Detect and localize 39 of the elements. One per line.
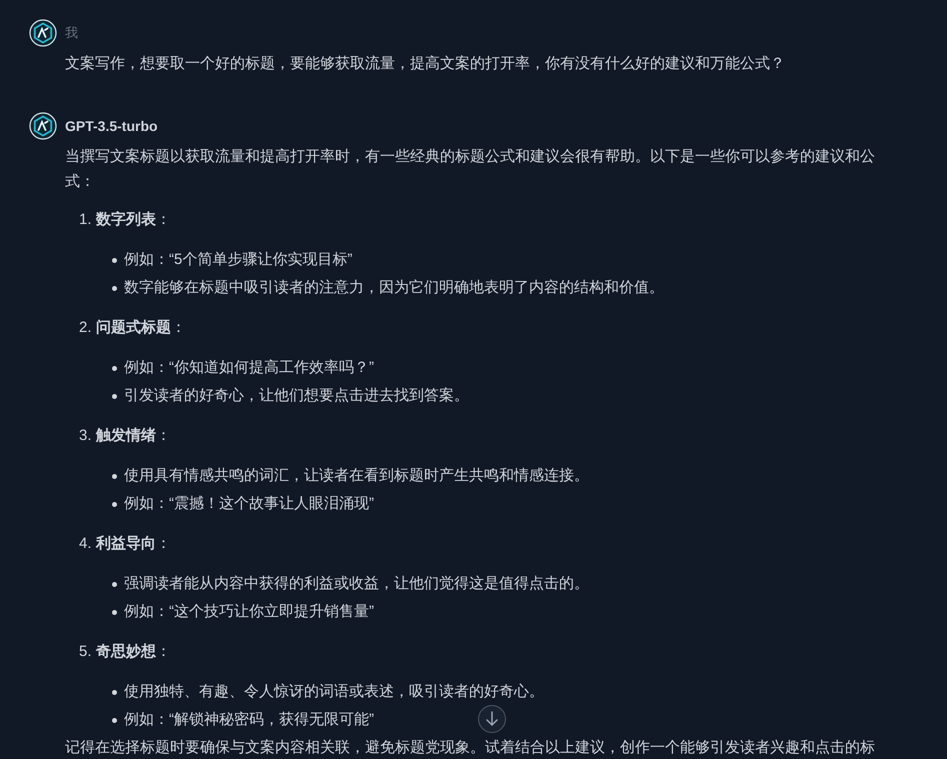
bullet-icon — [112, 690, 117, 694]
list-text: 引发读者的好奇心，让他们想要点击进去找到答案。 — [124, 386, 469, 406]
list-text: 例如：“震撼！这个故事让人眼泪涌现” — [124, 494, 374, 514]
avatar-icon — [29, 112, 57, 140]
bullet-icon — [112, 474, 117, 478]
bullet-icon — [112, 366, 117, 370]
list-text: 例如：“你知道如何提高工作效率吗？” — [124, 358, 374, 378]
bullet-icon — [112, 610, 117, 614]
list-number: 4. — [79, 534, 93, 554]
list-heading: 数字列表： — [96, 210, 171, 230]
list-heading: 问题式标题： — [96, 318, 186, 338]
scroll-down-button[interactable] — [478, 705, 506, 733]
list-heading: 奇思妙想： — [96, 642, 171, 662]
bullet-icon — [112, 582, 117, 586]
author-name: GPT-3.5-turbo — [65, 116, 158, 136]
bullet-icon — [112, 394, 117, 398]
bullet-icon — [112, 258, 117, 262]
list-text: 例如：“这个技巧让你立即提升销售量” — [124, 602, 374, 622]
list-text: 强调读者能从内容中获得的利益或收益，让他们觉得这是值得点击的。 — [124, 574, 589, 594]
list-text: 例如：“5个简单步骤让你实现目标” — [124, 250, 352, 270]
arrow-down-icon — [485, 711, 499, 727]
list-text: 使用独特、有趣、令人惊讶的词语或表述，吸引读者的好奇心。 — [124, 682, 544, 702]
list-number: 2. — [79, 318, 93, 338]
list-text: 使用具有情感共鸣的词汇，让读者在看到标题时产生共鸣和情感连接。 — [124, 466, 589, 486]
message-text: 文案写作，想要取一个好的标题，要能够获取流量，提高文案的打开率，你有没有什么好的建议和万能公式？ — [65, 54, 786, 74]
list-number: 5. — [79, 642, 93, 662]
message-text: 当撰写文案标题以获取流量和提高打开率时，有一些经典的标题公式和建议会很有帮助。以下是一些你可以参考的建议和公式： — [65, 147, 876, 192]
bullet-icon — [112, 718, 117, 722]
list-heading: 触发情绪： — [96, 426, 171, 446]
list-heading: 利益导向： — [96, 534, 171, 554]
list-number: 1. — [79, 210, 93, 230]
bullet-icon — [112, 286, 117, 290]
bullet-icon — [112, 502, 117, 506]
list-number: 3. — [79, 426, 93, 446]
list-text: 数字能够在标题中吸引读者的注意力，因为它们明确地表明了内容的结构和价值。 — [124, 278, 664, 298]
author-name: 我 — [65, 24, 78, 42]
message-text: 记得在选择标题时要确保与文案内容相关联，避免标题党现象。试着结合以上建议，创作一个能够引发读者兴趣和点击的标 — [65, 738, 876, 758]
avatar-icon — [29, 19, 57, 47]
list-text: 例如：“解锁神秘密码，获得无限可能” — [124, 710, 374, 730]
